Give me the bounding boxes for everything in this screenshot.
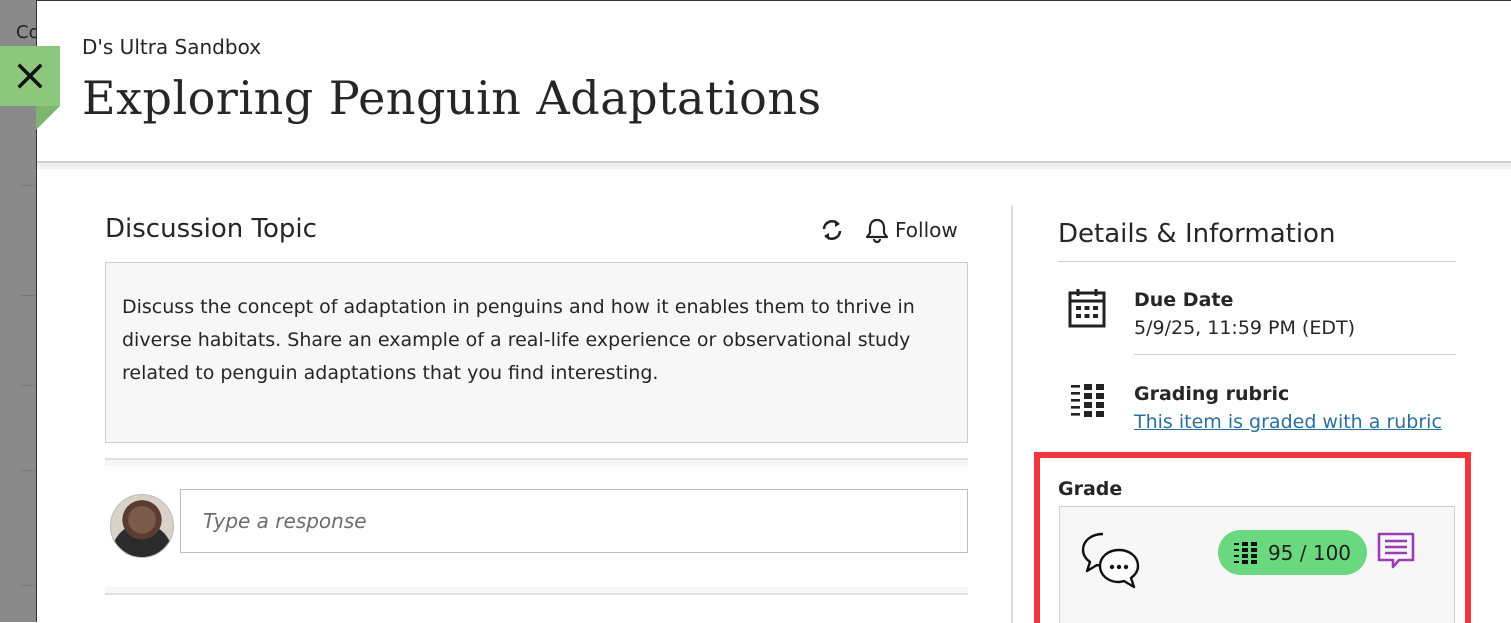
due-date-value: 5/9/25, 11:59 PM (EDT) <box>1134 317 1355 339</box>
discussion-prompt: Discuss the concept of adaptation in pen… <box>105 262 968 443</box>
details-heading: Details & Information <box>1058 219 1336 249</box>
avatar <box>110 494 174 558</box>
column-divider <box>1011 206 1013 623</box>
response-input[interactable] <box>180 489 968 553</box>
follow-button[interactable]: Follow <box>865 217 958 243</box>
due-date-label: Due Date <box>1134 289 1234 311</box>
panel-header: D's Ultra Sandbox Exploring Penguin Adap… <box>37 1 1511 163</box>
grade-score: 95 / 100 <box>1267 540 1352 565</box>
refresh-button[interactable] <box>819 217 845 243</box>
page-title: Exploring Penguin Adaptations <box>82 71 822 125</box>
rubric-link[interactable]: This item is graded with a rubric <box>1134 411 1442 433</box>
close-button[interactable] <box>0 46 60 130</box>
divider-shade <box>105 460 968 466</box>
grade-label: Grade <box>1058 478 1123 500</box>
course-name: D's Ultra Sandbox <box>82 35 262 59</box>
grading-rubric-label: Grading rubric <box>1134 383 1290 405</box>
rubric-icon <box>1071 384 1104 417</box>
rubric-grid-icon <box>1233 541 1257 564</box>
close-icon <box>17 63 43 89</box>
discussion-bubbles-icon <box>1081 532 1140 589</box>
calendar-icon <box>1068 289 1106 328</box>
details-rule <box>1058 261 1456 262</box>
feedback-icon <box>1377 532 1415 569</box>
feedback-button[interactable] <box>1377 532 1415 574</box>
background-page-text: Co <box>16 22 38 43</box>
follow-label: Follow <box>895 218 958 242</box>
discussion-topic-heading: Discussion Topic <box>105 214 317 244</box>
bell-icon <box>865 218 889 243</box>
grade-score-pill[interactable]: 95 / 100 <box>1218 530 1367 575</box>
divider <box>105 593 968 595</box>
discussion-panel: D's Ultra Sandbox Exploring Penguin Adap… <box>36 0 1511 623</box>
topic-actions: Follow <box>819 217 958 243</box>
refresh-icon <box>822 220 842 240</box>
header-shadow <box>37 163 1511 169</box>
details-rule <box>1134 354 1456 355</box>
